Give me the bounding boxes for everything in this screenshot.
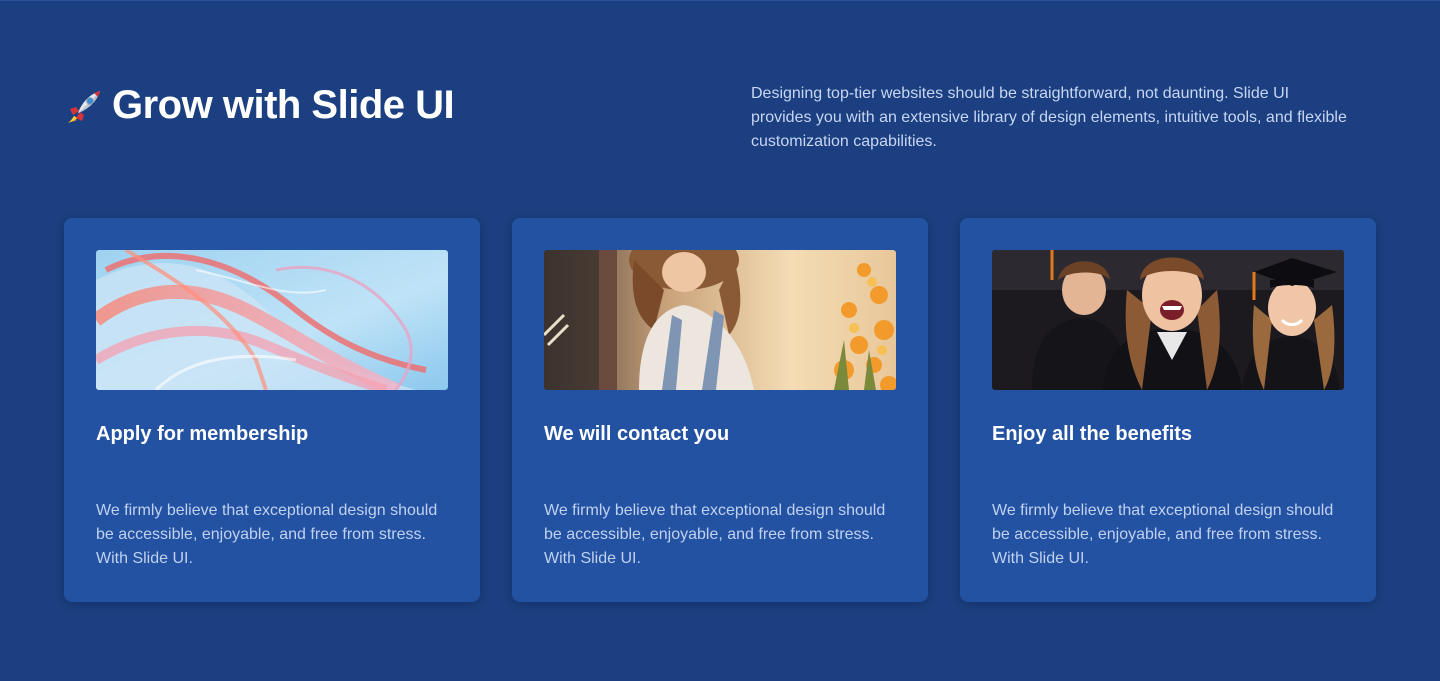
feature-card-benefits: Enjoy all the benefits We firmly believe… (960, 218, 1376, 602)
card-title: Apply for membership (96, 423, 309, 445)
page-title: Grow with Slide UI (64, 83, 455, 128)
card-description: We firmly believe that exceptional desig… (992, 502, 1334, 567)
header: Grow with Slide UI Designing top-tier we… (64, 81, 1376, 171)
rocket-icon (64, 87, 104, 127)
card-image-woman-flowers (544, 250, 896, 390)
card-title: Enjoy all the benefits (992, 423, 1193, 445)
card-description: We firmly believe that exceptional desig… (96, 502, 438, 567)
card-image-graduates (992, 250, 1344, 390)
page-title-text: Grow with Slide UI (112, 83, 455, 127)
card-title: We will contact you (544, 423, 730, 445)
feature-card-contact: We will contact you We firmly believe th… (512, 218, 928, 602)
page: Grow with Slide UI Designing top-tier we… (0, 0, 1440, 681)
feature-cards: Apply for membership We firmly believe t… (64, 218, 1376, 602)
feature-card-membership: Apply for membership We firmly believe t… (64, 218, 480, 602)
intro-text: Designing top-tier websites should be st… (751, 85, 1347, 150)
card-image-abstract (96, 250, 448, 390)
card-description: We firmly believe that exceptional desig… (544, 502, 886, 567)
